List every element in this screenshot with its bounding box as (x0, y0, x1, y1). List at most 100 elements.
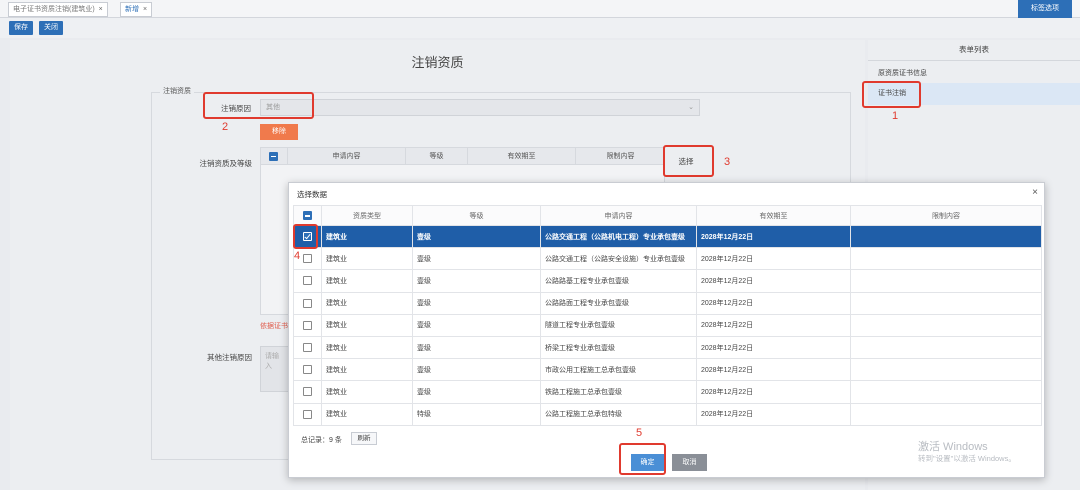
table-row[interactable]: 建筑业 壹级 桥梁工程专业承包壹级 2028年12月22日 (293, 335, 1042, 360)
cell-type: 建筑业 (321, 335, 413, 360)
annotation-number: 2 (222, 121, 229, 133)
cell-limit (850, 291, 1042, 315)
tab-bar: 电子证书资质注销(建筑业) × 新增 × 标签选项 (0, 0, 1080, 18)
column-header: 有效期至 (467, 148, 575, 165)
row-checkbox-cell (293, 402, 322, 426)
cell-content: 市政公用工程施工总承包壹级 (540, 358, 697, 382)
row-checkbox-cell (293, 291, 322, 315)
row-checkbox[interactable] (303, 254, 312, 264)
cell-type: 建筑业 (321, 247, 413, 271)
cell-grade: 特级 (412, 402, 541, 426)
form-list-title: 表单列表 (868, 44, 1080, 61)
row-checkbox-cell (293, 380, 322, 404)
tab-label: 新增 (125, 6, 139, 13)
row-checkbox[interactable] (303, 298, 312, 308)
cell-expiry: 2028年12月22日 (696, 335, 851, 360)
table-row[interactable]: 建筑业 壹级 市政公用工程施工总承包壹级 2028年12月22日 (293, 358, 1042, 382)
cell-expiry: 2028年12月22日 (696, 247, 851, 271)
cell-type: 建筑业 (321, 291, 413, 315)
activation-watermark: 激活 Windows (918, 441, 988, 453)
cell-limit (850, 358, 1042, 382)
remove-button[interactable]: 移除 (260, 124, 298, 140)
cancel-button[interactable]: 取消 (672, 454, 707, 471)
annotation-number: 4 (294, 250, 301, 262)
column-header: 等级 (412, 205, 541, 226)
close-button[interactable]: 关闭 (39, 21, 63, 35)
column-header: 申请内容 (540, 205, 697, 226)
cell-limit (850, 269, 1042, 293)
table-row[interactable]: 建筑业 壹级 铁路工程施工总承包壹级 2028年12月22日 (293, 380, 1042, 404)
quals-label: 注销资质及等级 (199, 159, 253, 168)
cell-grade: 壹级 (412, 247, 541, 271)
form-list-item-original-cert[interactable]: 原资质证书信息 (878, 68, 927, 78)
row-checkbox[interactable] (303, 387, 312, 397)
column-header: 申请内容 (287, 148, 405, 165)
toolbar: 保存 关闭 (0, 18, 1080, 38)
refresh-button[interactable]: 刷新 (351, 432, 377, 445)
close-icon[interactable]: × (99, 6, 103, 13)
column-header: 等级 (405, 148, 467, 165)
grid-header-row: 资质类型 等级 申请内容 有效期至 限制内容 (293, 205, 1042, 226)
table-row[interactable]: 建筑业 壹级 隧道工程专业承包壹级 2028年12月22日 (293, 313, 1042, 337)
close-icon[interactable]: × (1032, 187, 1038, 198)
cell-type: 建筑业 (321, 224, 413, 249)
cell-type: 建筑业 (321, 380, 413, 404)
other-reason-textarea[interactable]: 请输入 (260, 346, 290, 392)
column-header: 有效期至 (696, 205, 851, 226)
cell-limit (850, 247, 1042, 271)
cell-content: 公路路面工程专业承包壹级 (540, 291, 697, 315)
row-checkbox[interactable] (303, 365, 312, 375)
column-header: 限制内容 (850, 205, 1042, 226)
annotation-box-4 (293, 224, 318, 249)
cell-limit (850, 380, 1042, 404)
table-row[interactable]: 建筑业 壹级 公路路基工程专业承包壹级 2028年12月22日 (293, 269, 1042, 293)
cell-content: 桥梁工程专业承包壹级 (540, 335, 697, 360)
row-checkbox[interactable] (303, 276, 312, 286)
dialog-title: 选择数据 (297, 190, 327, 199)
data-grid: 资质类型 等级 申请内容 有效期至 限制内容 建筑业 壹级 公路交通工程（公路机电工… (293, 205, 1042, 426)
cell-expiry: 2028年12月22日 (696, 358, 851, 382)
cell-type: 建筑业 (321, 358, 413, 382)
table-header: 申请内容 等级 有效期至 限制内容 (261, 148, 664, 165)
cell-content: 铁路工程施工总承包壹级 (540, 380, 697, 404)
select-all-checkbox[interactable] (269, 152, 278, 161)
tab-options-button[interactable]: 标签选项 (1018, 0, 1072, 18)
tab-label: 电子证书资质注销(建筑业) (13, 6, 95, 13)
cell-grade: 壹级 (412, 291, 541, 315)
cell-grade: 壹级 (412, 358, 541, 382)
page-title: 注销资质 (411, 55, 464, 70)
reason-select[interactable]: 其他 ⌄ (260, 99, 700, 116)
tab-new[interactable]: 新增 × (120, 2, 153, 17)
cell-expiry: 2028年12月22日 (696, 224, 851, 249)
close-icon[interactable]: × (143, 6, 147, 13)
tab-cert-cancel[interactable]: 电子证书资质注销(建筑业) × (8, 2, 108, 17)
annotation-box-2 (203, 92, 314, 119)
annotation-box-1 (862, 81, 921, 108)
basis-note: 依据证书 (260, 323, 288, 330)
row-checkbox[interactable] (303, 409, 312, 419)
column-header: 限制内容 (575, 148, 665, 165)
row-checkbox-cell (293, 358, 322, 382)
row-checkbox-cell (293, 335, 322, 360)
annotation-number: 3 (724, 156, 731, 168)
select-all-checkbox[interactable] (303, 211, 312, 220)
row-checkbox[interactable] (303, 320, 312, 330)
table-row[interactable]: 建筑业 壹级 公路交通工程（公路机电工程）专业承包壹级 2028年12月22日 (293, 224, 1042, 249)
table-row[interactable]: 建筑业 壹级 公路交通工程（公路安全设施）专业承包壹级 2028年12月22日 (293, 247, 1042, 271)
annotation-box-5 (619, 443, 666, 475)
other-reason-label: 其他注销原因 (207, 353, 252, 362)
column-header: 资质类型 (321, 205, 413, 226)
cell-expiry: 2028年12月22日 (696, 269, 851, 293)
cell-grade: 壹级 (412, 269, 541, 293)
row-checkbox[interactable] (303, 343, 312, 353)
cell-expiry: 2028年12月22日 (696, 291, 851, 315)
chevron-down-icon: ⌄ (688, 104, 694, 111)
cell-grade: 壹级 (412, 335, 541, 360)
table-row[interactable]: 建筑业 特级 公路工程施工总承包特级 2028年12月22日 (293, 402, 1042, 426)
section-legend: 注销资质 (160, 86, 194, 96)
save-button[interactable]: 保存 (9, 21, 33, 35)
cell-type: 建筑业 (321, 402, 413, 426)
cell-limit (850, 335, 1042, 360)
cell-grade: 壹级 (412, 224, 541, 249)
table-row[interactable]: 建筑业 壹级 公路路面工程专业承包壹级 2028年12月22日 (293, 291, 1042, 315)
